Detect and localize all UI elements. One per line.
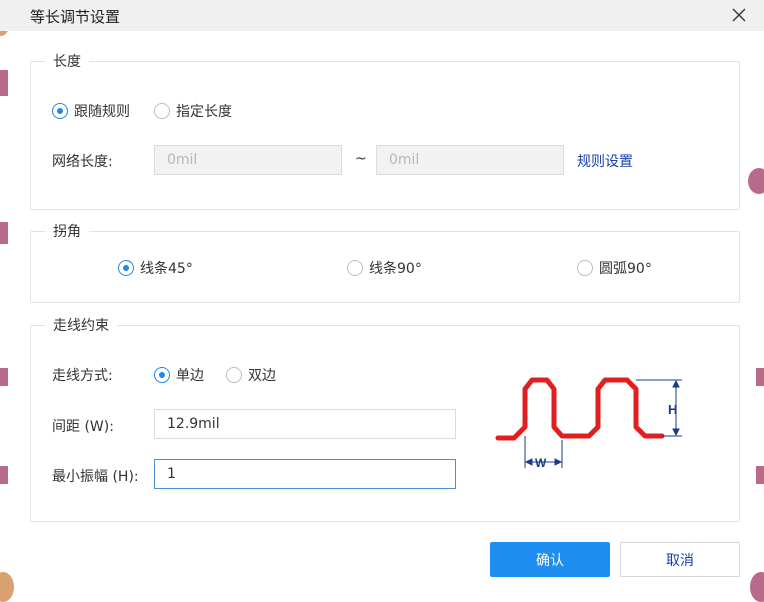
close-icon xyxy=(732,8,746,22)
radio-single-side[interactable]: 单边 xyxy=(154,365,204,385)
background-canvas-fragment xyxy=(0,466,8,484)
background-canvas-fragment xyxy=(750,572,764,602)
height-label: H xyxy=(668,402,677,417)
cancel-button[interactable]: 取消 xyxy=(620,542,740,577)
radio-arc-90-label: 圆弧90° xyxy=(599,261,652,277)
radio-double-side-label: 双边 xyxy=(248,368,276,384)
spacing-input[interactable] xyxy=(154,409,456,439)
background-canvas-fragment xyxy=(756,368,764,386)
radio-line-45-label: 线条45° xyxy=(140,261,193,277)
dialog-titlebar: 等长调节设置 xyxy=(0,0,764,31)
corner-group-legend: 拐角 xyxy=(53,224,81,240)
net-length-label: 网络长度: xyxy=(52,154,113,170)
range-separator: ~ xyxy=(355,151,367,167)
radio-indicator xyxy=(118,260,134,276)
radio-indicator xyxy=(577,260,593,276)
radio-follow-rule[interactable]: 跟随规则 xyxy=(52,101,130,121)
serpentine-trace xyxy=(495,377,665,441)
radio-line-90[interactable]: 线条90° xyxy=(347,258,422,278)
background-canvas-fragment xyxy=(748,168,764,194)
width-label: W xyxy=(535,456,547,470)
radio-double-side[interactable]: 双边 xyxy=(226,365,276,385)
spacing-label: 间距 (W): xyxy=(52,419,114,435)
radio-line-45[interactable]: 线条45° xyxy=(118,258,193,278)
background-canvas-fragment xyxy=(0,70,8,96)
close-button[interactable] xyxy=(725,0,753,30)
confirm-button[interactable]: 确认 xyxy=(490,542,610,577)
radio-specify-length[interactable]: 指定长度 xyxy=(154,101,232,121)
radio-indicator xyxy=(347,260,363,276)
radio-line-90-label: 线条90° xyxy=(369,261,422,277)
radio-follow-rule-label: 跟随规则 xyxy=(74,104,130,120)
serpentine-diagram: H W xyxy=(495,377,682,470)
radio-single-side-label: 单边 xyxy=(176,368,204,384)
min-amplitude-label: 最小振幅 (H): xyxy=(52,469,139,485)
radio-indicator xyxy=(154,103,170,119)
routing-mode-label: 走线方式: xyxy=(52,368,113,384)
net-length-max-input[interactable] xyxy=(376,145,564,175)
min-amplitude-input[interactable] xyxy=(154,459,456,489)
length-group: 长度 xyxy=(30,51,740,210)
background-canvas-fragment xyxy=(756,466,764,484)
net-length-min-input[interactable] xyxy=(154,145,342,175)
background-canvas-fragment xyxy=(0,572,14,602)
routing-constraint-legend: 走线约束 xyxy=(53,318,109,334)
background-canvas-fragment xyxy=(0,222,8,244)
dialog-title: 等长调节设置 xyxy=(30,8,121,26)
radio-indicator xyxy=(226,367,242,383)
length-group-legend: 长度 xyxy=(53,54,81,70)
radio-specify-length-label: 指定长度 xyxy=(176,104,232,120)
radio-indicator xyxy=(52,103,68,119)
radio-indicator xyxy=(154,367,170,383)
radio-arc-90[interactable]: 圆弧90° xyxy=(577,258,652,278)
background-canvas-fragment xyxy=(0,368,8,386)
rule-settings-link[interactable]: 规则设置 xyxy=(577,151,633,171)
